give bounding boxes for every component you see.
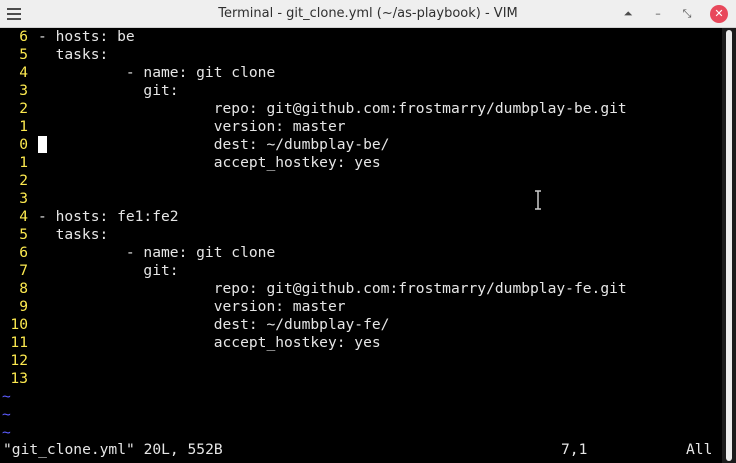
- title-bar[interactable]: Terminal - git_clone.yml (~/as-playbook)…: [0, 0, 736, 28]
- line-number: 3: [19, 190, 28, 207]
- line-text: version: master: [38, 298, 346, 315]
- line-text: accept_hostkey: yes: [38, 154, 381, 171]
- line-text: version: master: [38, 118, 346, 135]
- editor-line[interactable]: 4 - hosts: fe1:fe2: [0, 208, 722, 226]
- line-number: 7: [19, 262, 28, 279]
- editor-lines: 6- hosts: be 5 tasks: 4 - name: git clone 3…: [0, 28, 722, 388]
- line-text: tasks:: [38, 226, 109, 243]
- vim-editor[interactable]: 6- hosts: be 5 tasks: 4 - name: git clone 3…: [0, 28, 722, 463]
- editor-line[interactable]: 3: [0, 190, 722, 208]
- line-number: 2: [19, 172, 28, 189]
- line-number: 4: [19, 208, 28, 225]
- line-text: dest: ~/dumbplay-be/: [38, 136, 390, 153]
- editor-line[interactable]: 5 tasks:: [0, 46, 722, 64]
- line-number: 3: [19, 82, 28, 99]
- editor-line[interactable]: 6 - name: git clone: [0, 244, 722, 262]
- line-number: 13: [10, 370, 28, 387]
- line-number: 5: [19, 46, 28, 63]
- empty-line-marker: ~: [2, 388, 11, 405]
- editor-line[interactable]: 9 version: master: [0, 298, 722, 316]
- line-text: accept_hostkey: yes: [38, 334, 381, 351]
- line-text: - hosts: fe1:fe2: [38, 208, 179, 225]
- editor-line[interactable]: 4 - name: git clone: [0, 64, 722, 82]
- status-scroll-indicator: All: [686, 441, 713, 458]
- editor-line[interactable]: 2 repo: git@github.com:frostmarry/dumbpl…: [0, 100, 722, 118]
- editor-line[interactable]: 5 tasks:: [0, 226, 722, 244]
- line-text: - hosts: be: [38, 28, 135, 45]
- line-number: 4: [19, 64, 28, 81]
- terminal-window: Terminal - git_clone.yml (~/as-playbook)…: [0, 0, 736, 463]
- vim-status-line: "git_clone.yml" 20L, 552B 7,1 All: [0, 441, 722, 461]
- editor-line[interactable]: 11 accept_hostkey: yes: [0, 334, 722, 352]
- editor-line[interactable]: 1 accept_hostkey: yes: [0, 154, 722, 172]
- text-cursor-icon: [535, 190, 541, 210]
- keep-above-icon[interactable]: ⏶: [618, 4, 638, 24]
- terminal-scrollbar[interactable]: [722, 28, 736, 463]
- line-number: 11: [10, 334, 28, 351]
- line-number: 12: [10, 352, 28, 369]
- scrollbar-thumb[interactable]: [726, 30, 732, 461]
- line-number: 2: [19, 100, 28, 117]
- line-number: 1: [19, 154, 28, 171]
- line-number: 9: [19, 298, 28, 315]
- line-text: git:: [38, 82, 179, 99]
- line-number: 10: [10, 316, 28, 333]
- line-number: 8: [19, 280, 28, 297]
- line-text: repo: git@github.com:frostmarry/dumbplay…: [38, 280, 627, 297]
- editor-line[interactable]: 1 version: master: [0, 118, 722, 136]
- minimize-button[interactable]: –: [648, 4, 668, 24]
- editor-line[interactable]: 10 dest: ~/dumbplay-fe/: [0, 316, 722, 334]
- empty-line-marker: ~: [2, 406, 11, 423]
- editor-line[interactable]: 12: [0, 352, 722, 370]
- line-text: dest: ~/dumbplay-fe/: [38, 316, 390, 333]
- editor-line[interactable]: 13: [0, 370, 722, 388]
- status-file-info: "git_clone.yml" 20L, 552B: [3, 441, 223, 458]
- status-cursor-position: 7,1: [561, 441, 588, 458]
- close-button[interactable]: ✕: [710, 5, 728, 23]
- editor-line[interactable]: 0 dest: ~/dumbplay-be/: [0, 136, 722, 154]
- line-number: 0: [19, 136, 28, 153]
- editor-line[interactable]: 8 repo: git@github.com:frostmarry/dumbpl…: [0, 280, 722, 298]
- line-text: tasks:: [38, 46, 109, 63]
- line-text: - name: git clone: [38, 64, 276, 81]
- line-number: 6: [19, 28, 28, 45]
- line-text: - name: git clone: [38, 244, 276, 261]
- line-number: 1: [19, 118, 28, 135]
- editor-line[interactable]: 6 - hosts: be: [0, 28, 722, 46]
- maximize-button[interactable]: ⤡: [677, 4, 697, 24]
- empty-line-marker: ~: [2, 424, 11, 441]
- line-text: repo: git@github.com:frostmarry/dumbplay…: [38, 100, 627, 117]
- line-number: 6: [19, 244, 28, 261]
- line-text: git:: [38, 262, 179, 279]
- empty-buffer-lines: ~ ~ ~: [0, 388, 722, 442]
- editor-line[interactable]: 3 git:: [0, 82, 722, 100]
- line-number: 5: [19, 226, 28, 243]
- editor-line[interactable]: 7 git:: [0, 262, 722, 280]
- editor-line[interactable]: 2: [0, 172, 722, 190]
